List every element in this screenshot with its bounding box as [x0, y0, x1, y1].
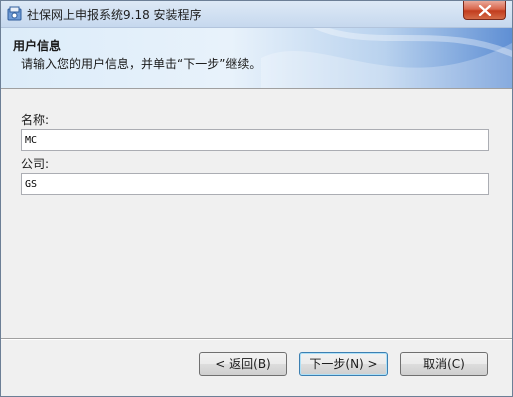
company-label: 公司:	[21, 157, 50, 171]
page-header-banner: 用户信息 请输入您的用户信息，并单击“下一步”继续。	[1, 28, 512, 89]
installer-app-icon	[7, 6, 23, 22]
footer-divider	[1, 338, 512, 340]
banner-swoosh-graphic	[261, 28, 512, 88]
back-button[interactable]: < 返回(B)	[199, 352, 287, 376]
next-button[interactable]: 下一步(N) >	[299, 352, 388, 376]
name-label: 名称:	[21, 113, 50, 127]
company-input[interactable]	[21, 173, 489, 195]
user-info-form: 名称: 公司:	[1, 89, 512, 339]
close-icon	[478, 5, 492, 16]
close-button[interactable]	[463, 1, 506, 20]
installer-window: 社保网上申报系统9.18 安装程序 用户信息 请输入您的用户信息，并单击“下一步…	[0, 0, 513, 397]
page-subtitle: 请输入您的用户信息，并单击“下一步”继续。	[21, 57, 262, 71]
name-input[interactable]	[21, 129, 489, 151]
page-title: 用户信息	[13, 39, 62, 53]
title-bar[interactable]: 社保网上申报系统9.18 安装程序	[1, 1, 512, 28]
window-title: 社保网上申报系统9.18 安装程序	[27, 8, 202, 22]
cancel-button[interactable]: 取消(C)	[400, 352, 488, 376]
